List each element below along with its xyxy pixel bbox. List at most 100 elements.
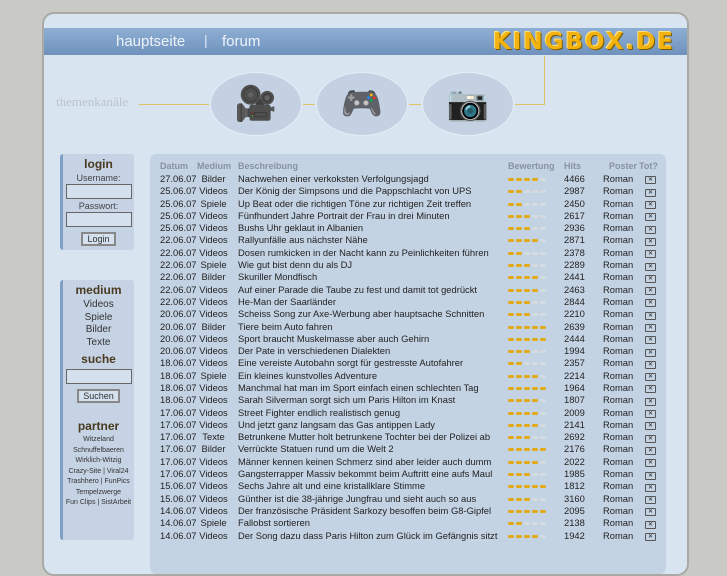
envelope-icon[interactable]: ✕ (645, 422, 656, 431)
medium-texte[interactable]: Texte (63, 337, 134, 350)
row-poster[interactable]: Roman (601, 381, 639, 393)
row-title[interactable]: Männer kennen keinen Schmerz sind aber l… (238, 455, 508, 467)
row-poster[interactable]: Roman (601, 467, 639, 479)
envelope-icon[interactable]: ✕ (645, 434, 656, 443)
row-poster[interactable]: Roman (601, 369, 639, 381)
row-poster[interactable]: Roman (601, 504, 639, 516)
row-poster[interactable]: Roman (601, 492, 639, 504)
row-poster[interactable]: Roman (601, 209, 639, 221)
row-title[interactable]: Verrückte Statuen rund um die Welt 2 (238, 443, 508, 455)
login-button[interactable]: Login (81, 232, 116, 246)
envelope-icon[interactable]: ✕ (645, 274, 656, 283)
row-title[interactable]: Ein kleines kunstvolles Adventure (238, 369, 508, 381)
row-poster[interactable]: Roman (601, 431, 639, 443)
nav-hauptseite[interactable]: hauptseite (116, 33, 185, 50)
envelope-icon[interactable]: ✕ (645, 348, 656, 357)
row-poster[interactable]: Roman (601, 172, 639, 184)
envelope-icon[interactable]: ✕ (645, 225, 656, 234)
envelope-icon[interactable]: ✕ (645, 446, 656, 455)
row-title[interactable]: Günther ist die 38-jährige Jungfrau und … (238, 492, 508, 504)
envelope-icon[interactable]: ✕ (645, 397, 656, 406)
medium-spiele[interactable]: Spiele (63, 312, 134, 325)
row-title[interactable]: Der Pate in verschiedenen Dialekten (238, 344, 508, 356)
row-title[interactable]: Wie gut bist denn du als DJ (238, 258, 508, 270)
row-poster[interactable]: Roman (601, 344, 639, 356)
site-logo[interactable]: KINGBOX.DE (493, 29, 675, 55)
row-title[interactable]: Fünfhundert Jahre Portrait der Frau in d… (238, 209, 508, 221)
search-input[interactable] (65, 369, 132, 384)
row-title[interactable]: Der Song dazu dass Paris Hilton zum Glüc… (238, 529, 508, 541)
row-title[interactable]: Eine vereiste Autobahn sorgt für gestres… (238, 357, 508, 369)
row-title[interactable]: Sport braucht Muskelmasse aber auch Gehi… (238, 332, 508, 344)
row-poster[interactable]: Roman (601, 455, 639, 467)
col-medium[interactable]: Medium (197, 160, 238, 172)
row-title[interactable]: Betrunkene Mutter holt betrunkene Tochte… (238, 431, 508, 443)
row-title[interactable]: Street Fighter endlich realistisch genug (238, 406, 508, 418)
row-poster[interactable]: Roman (601, 295, 639, 307)
row-poster[interactable]: Roman (601, 517, 639, 529)
row-poster[interactable]: Roman (601, 406, 639, 418)
partner-link[interactable]: Trashhero | FunPics (63, 477, 134, 488)
envelope-icon[interactable]: ✕ (645, 311, 656, 320)
envelope-icon[interactable]: ✕ (645, 287, 656, 296)
row-poster[interactable]: Roman (601, 221, 639, 233)
row-title[interactable]: Bushs Uhr geklaut in Albanien (238, 221, 508, 233)
medium-bilder[interactable]: Bilder (63, 324, 134, 337)
envelope-icon[interactable]: ✕ (645, 373, 656, 382)
row-title[interactable]: Nachwehen einer verkoksten Verfolgungsja… (238, 172, 508, 184)
row-poster[interactable]: Roman (601, 332, 639, 344)
row-title[interactable]: Der König der Simpsons und die Pappschla… (238, 185, 508, 197)
row-title[interactable]: Der französische Präsident Sarkozy besof… (238, 504, 508, 516)
col-hits[interactable]: Hits (564, 160, 601, 172)
nav-forum[interactable]: forum (222, 33, 260, 50)
envelope-icon[interactable]: ✕ (645, 385, 656, 394)
row-title[interactable]: Rallyunfälle aus nächster Nähe (238, 234, 508, 246)
row-poster[interactable]: Roman (601, 480, 639, 492)
partner-link[interactable]: Crazy-Site | Viral24 (63, 467, 134, 478)
row-poster[interactable]: Roman (601, 529, 639, 541)
search-button[interactable]: Suchen (77, 389, 120, 403)
password-input[interactable] (65, 212, 132, 227)
row-title[interactable]: Up Beat oder die richtigen Töne zur rich… (238, 197, 508, 209)
envelope-icon[interactable]: ✕ (645, 188, 656, 197)
row-poster[interactable]: Roman (601, 246, 639, 258)
envelope-icon[interactable]: ✕ (645, 176, 656, 185)
row-poster[interactable]: Roman (601, 394, 639, 406)
row-poster[interactable]: Roman (601, 258, 639, 270)
row-title[interactable]: He-Man der Saarländer (238, 295, 508, 307)
row-title[interactable]: Skuriller Mondfisch (238, 271, 508, 283)
col-datum[interactable]: Datum (160, 160, 197, 172)
envelope-icon[interactable]: ✕ (645, 533, 656, 542)
row-poster[interactable]: Roman (601, 234, 639, 246)
photo-camera-icon[interactable]: 📷 (422, 72, 514, 136)
row-title[interactable]: Scheiss Song zur Axe-Werbung aber haupts… (238, 308, 508, 320)
partner-link[interactable]: Witzeland (63, 435, 134, 446)
envelope-icon[interactable]: ✕ (645, 262, 656, 271)
envelope-icon[interactable]: ✕ (645, 410, 656, 419)
row-title[interactable]: Manchmal hat man im Sport einfach einen … (238, 381, 508, 393)
medium-videos[interactable]: Videos (63, 299, 134, 312)
row-title[interactable]: Fallobst sortieren (238, 517, 508, 529)
row-poster[interactable]: Roman (601, 197, 639, 209)
partner-link[interactable]: Wirklich-Witzig (63, 456, 134, 467)
envelope-icon[interactable]: ✕ (645, 483, 656, 492)
col-poster[interactable]: Poster (601, 160, 639, 172)
row-poster[interactable]: Roman (601, 357, 639, 369)
col-bewertung[interactable]: Bewertung (508, 160, 564, 172)
row-title[interactable]: Dosen rumkicken in der Nacht kann zu Pei… (238, 246, 508, 258)
row-title[interactable]: Sarah Silverman sorgt sich um Paris Hilt… (238, 394, 508, 406)
row-poster[interactable]: Roman (601, 185, 639, 197)
envelope-icon[interactable]: ✕ (645, 250, 656, 259)
row-poster[interactable]: Roman (601, 283, 639, 295)
envelope-icon[interactable]: ✕ (645, 324, 656, 332)
row-poster[interactable]: Roman (601, 308, 639, 320)
envelope-icon[interactable]: ✕ (645, 360, 656, 369)
envelope-icon[interactable]: ✕ (645, 471, 656, 480)
gamepad-icon[interactable]: 🎮 (316, 72, 408, 136)
envelope-icon[interactable]: ✕ (645, 213, 656, 222)
row-poster[interactable]: Roman (601, 320, 639, 332)
row-poster[interactable]: Roman (601, 271, 639, 283)
row-title[interactable]: Und jetzt ganz langsam das Gas antippen … (238, 418, 508, 430)
film-camera-icon[interactable]: 🎥 (210, 72, 302, 136)
row-title[interactable]: Gangsterrapper Massiv bekommt beim Auftr… (238, 467, 508, 479)
